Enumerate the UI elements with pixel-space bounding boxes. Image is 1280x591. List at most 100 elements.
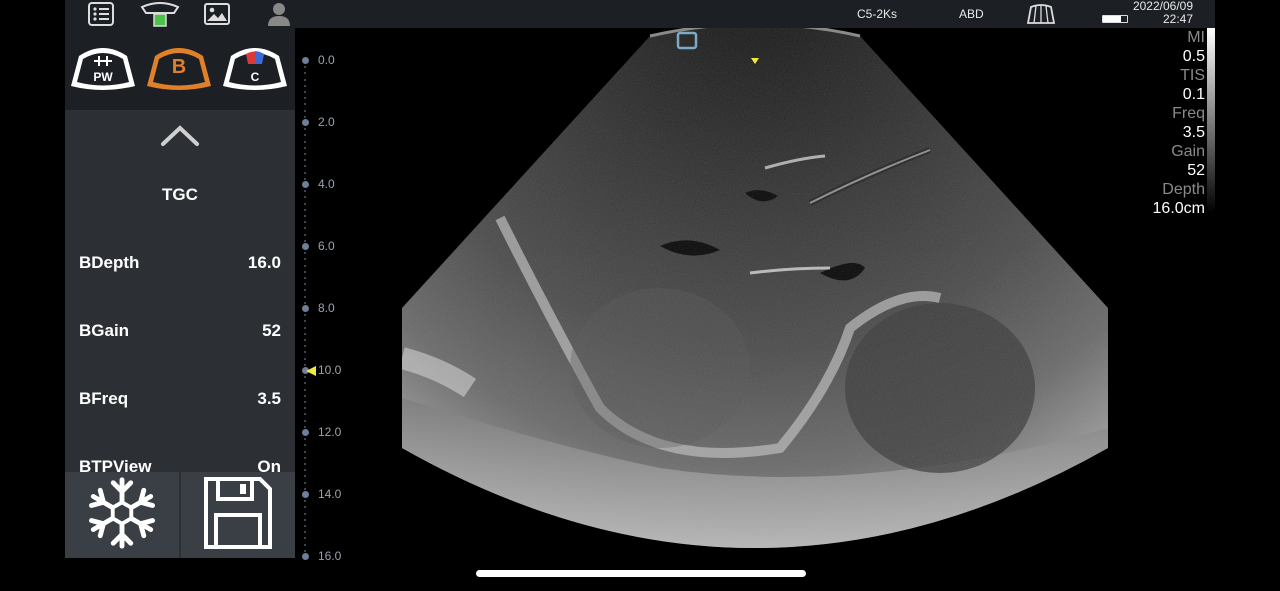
battery-icon (1102, 15, 1128, 23)
minor-tick (304, 481, 306, 484)
tis-label: TIS (1180, 67, 1205, 84)
minor-tick (304, 146, 306, 149)
minor-tick (304, 438, 306, 441)
depth-label: 4.0 (318, 177, 335, 191)
minor-tick (304, 128, 306, 131)
save-button[interactable] (181, 472, 295, 558)
minor-tick (304, 97, 306, 100)
tgc-button[interactable]: TGC (65, 185, 295, 205)
param-bgain[interactable]: BGain 52 (79, 321, 281, 341)
depth-label: 10.0 (318, 363, 342, 377)
minor-tick (304, 84, 306, 87)
minor-tick (304, 401, 306, 403)
focus-marker[interactable] (306, 366, 316, 376)
depth-tick (302, 429, 309, 436)
minor-tick (304, 382, 306, 385)
minor-tick (304, 487, 306, 490)
depth-tick (302, 553, 309, 560)
param-value: On (257, 457, 281, 472)
mode-selector: PW B C (65, 28, 295, 110)
minor-tick (304, 512, 306, 515)
minor-tick (304, 339, 306, 341)
param-label: BDepth (79, 253, 140, 272)
minor-tick (304, 221, 306, 224)
home-indicator[interactable] (476, 570, 806, 577)
minor-tick (304, 475, 306, 478)
depth-tick (302, 119, 309, 126)
b-mode-button[interactable]: B (145, 42, 213, 94)
param-value: 16.0 (247, 253, 281, 272)
grayscale-bar (1207, 28, 1215, 213)
param-value: 52 (262, 321, 281, 340)
minor-tick (304, 295, 306, 298)
top-bar: C5-2Ks ABD 2022/06/09 22:47 (65, 0, 1215, 28)
depth-tick (302, 57, 309, 64)
minor-tick (304, 543, 306, 546)
pw-mode-button[interactable]: PW (69, 42, 137, 94)
param-bfreq[interactable]: BFreq 3.5 (79, 389, 281, 409)
minor-tick (304, 115, 306, 118)
list-icon[interactable] (87, 1, 115, 27)
c-mode-button[interactable]: C (221, 42, 289, 94)
scan-area-icon[interactable] (1027, 1, 1055, 27)
minor-tick (304, 320, 306, 323)
minor-tick (304, 463, 306, 465)
param-label: BGain (79, 321, 130, 340)
minor-tick (304, 153, 306, 155)
minor-tick (304, 314, 306, 317)
freq-label: Freq (1172, 105, 1205, 122)
depth-label: 16.0 (318, 549, 342, 563)
control-panel: PW B C TGC BDepth 16.0 BGain 52 BFreq 3.… (65, 28, 295, 558)
minor-tick (304, 537, 306, 540)
pw-mode-label: PW (93, 70, 113, 84)
minor-tick (304, 518, 306, 521)
gain-label: Gain (1171, 143, 1205, 160)
depth-label: Depth (1162, 181, 1205, 198)
depth-tick (302, 305, 309, 312)
minor-tick (304, 301, 306, 304)
minor-tick (304, 394, 306, 397)
depth-label: 6.0 (318, 239, 335, 253)
image-parameters: MI 0.5 TIS 0.1 Freq 3.5 Gain 52 Depth 16… (1153, 28, 1205, 218)
minor-tick (304, 506, 306, 509)
param-btpview[interactable]: BTPView On (79, 457, 281, 472)
gain-value: 52 (1187, 162, 1205, 179)
minor-tick (304, 283, 306, 286)
minor-tick (304, 456, 306, 459)
preset-name[interactable]: ABD (959, 7, 984, 21)
user-icon[interactable] (265, 1, 293, 27)
minor-tick (304, 109, 306, 112)
depth-scale: 0.0 2.0 4.0 6.0 8.0 10.0 12.0 14.0 16.0 (297, 28, 357, 563)
depth-label: 0.0 (318, 53, 335, 67)
minor-tick (304, 177, 306, 180)
minor-tick (304, 190, 306, 193)
collapse-chevron-icon[interactable] (160, 120, 200, 150)
minor-tick (304, 531, 306, 534)
minor-tick (304, 196, 306, 199)
minor-tick (304, 525, 306, 527)
minor-tick (304, 345, 306, 348)
probe-name: C5-2Ks (857, 7, 898, 21)
bottom-actions (65, 472, 295, 558)
minor-tick (304, 419, 306, 422)
freeze-button[interactable] (65, 472, 179, 558)
depth-label: 14.0 (318, 487, 342, 501)
b-mode-label: B (171, 56, 187, 78)
param-bdepth[interactable]: BDepth 16.0 (79, 253, 281, 273)
param-label: BFreq (79, 389, 129, 408)
gallery-icon[interactable] (203, 1, 231, 27)
minor-tick (304, 277, 306, 279)
minor-tick (304, 469, 306, 472)
minor-tick (304, 134, 306, 137)
minor-tick (304, 357, 306, 360)
freq-value: 3.5 (1182, 124, 1205, 141)
minor-tick (304, 227, 306, 230)
minor-tick (304, 233, 306, 236)
minor-tick (304, 332, 306, 335)
minor-tick (304, 159, 306, 162)
probe-icon[interactable] (140, 1, 180, 27)
minor-tick (304, 140, 306, 143)
mi-value: 0.5 (1182, 48, 1205, 65)
ultrasound-image[interactable] (360, 22, 1150, 558)
depth-label: 12.0 (318, 425, 342, 439)
